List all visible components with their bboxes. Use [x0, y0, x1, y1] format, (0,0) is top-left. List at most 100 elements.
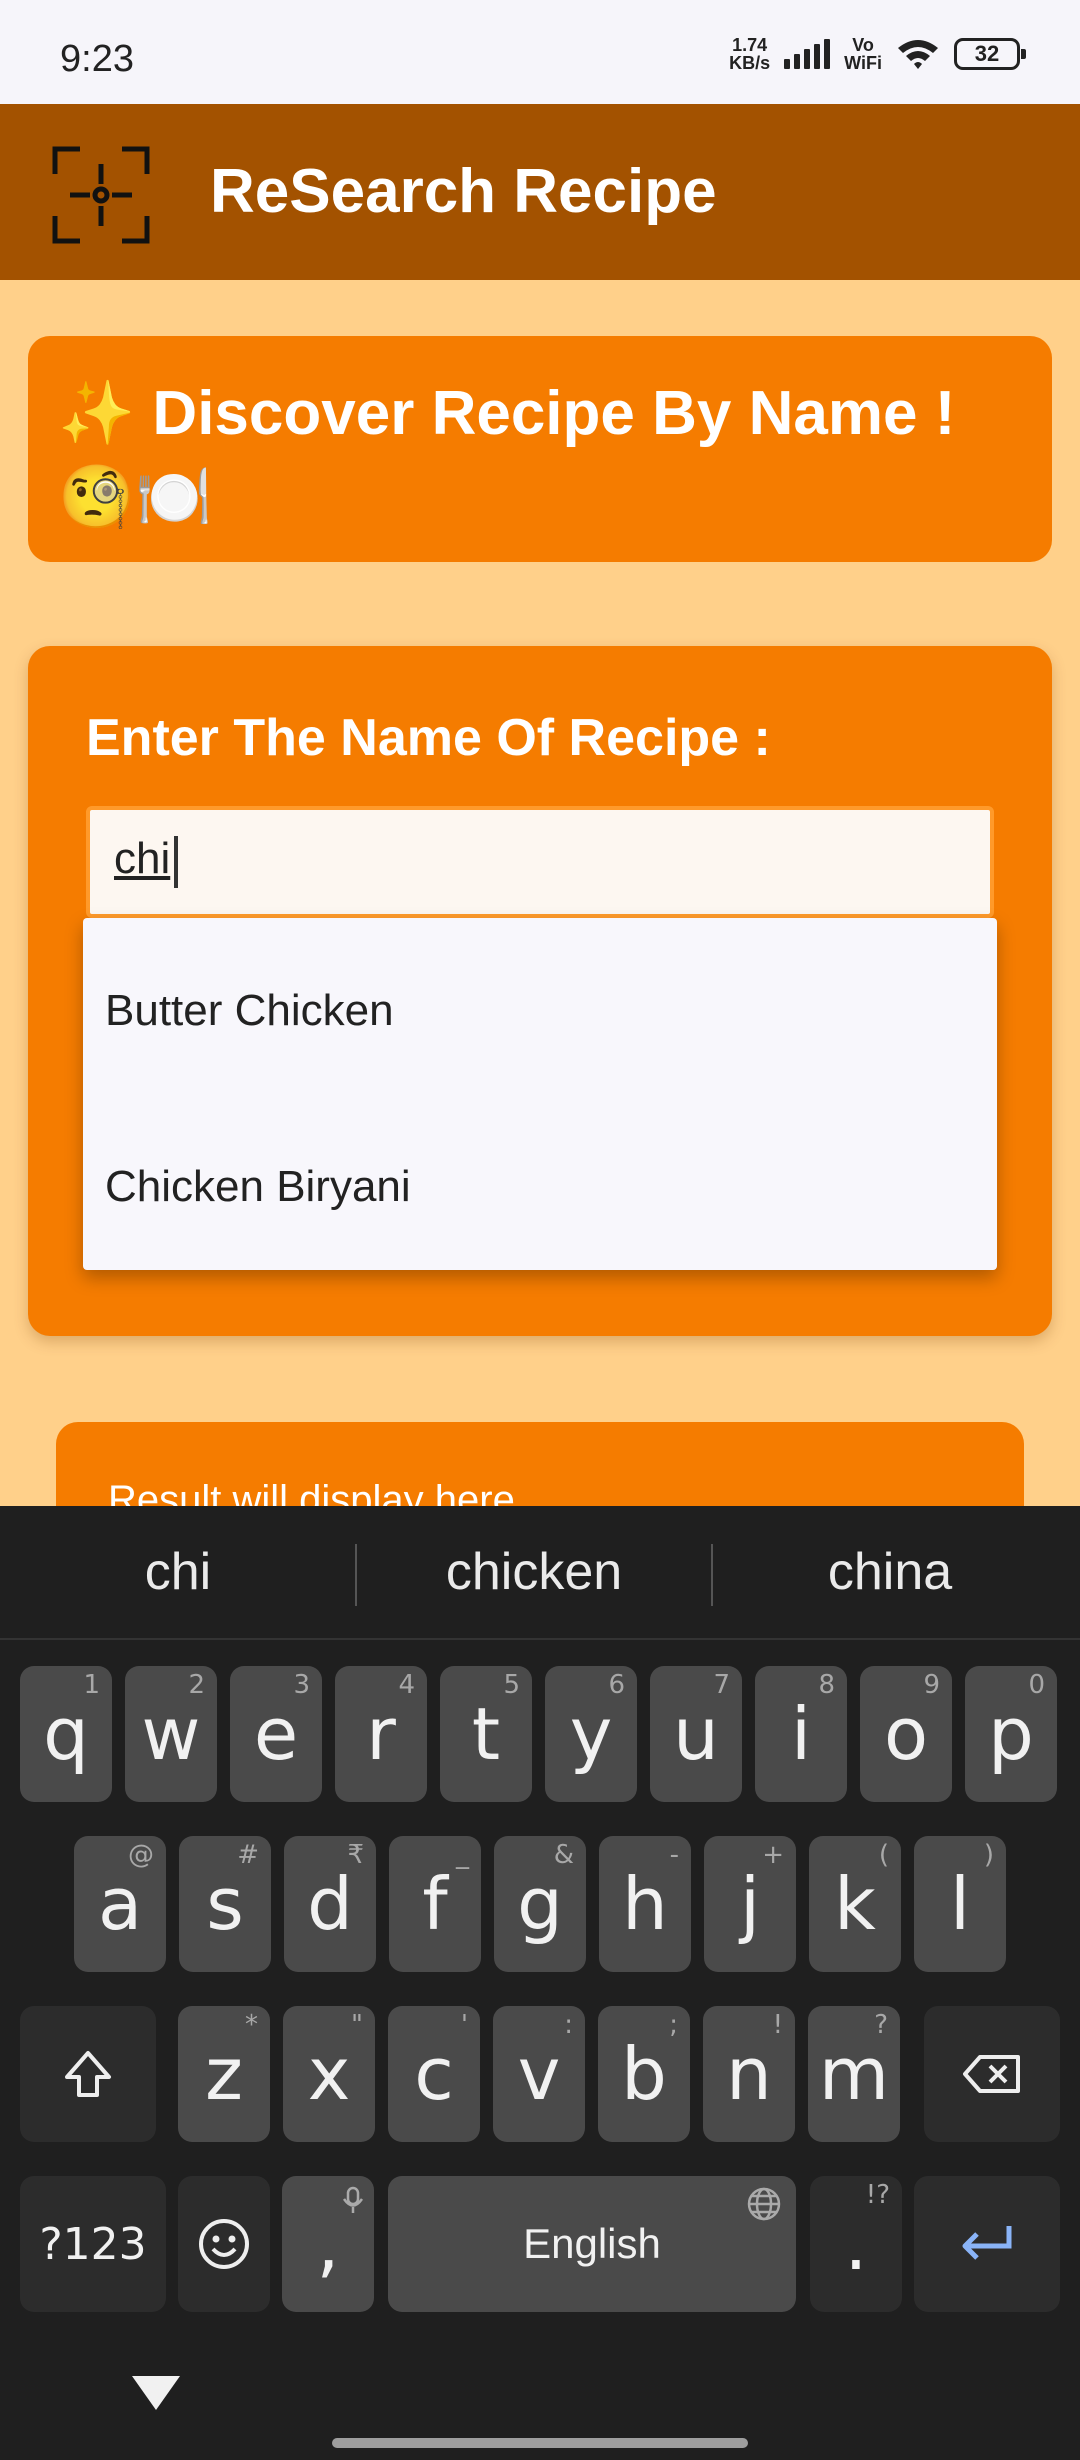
backspace-icon — [963, 2055, 1020, 2093]
key-hint: " — [351, 2010, 363, 2040]
key-letter: d — [307, 1862, 353, 1946]
key-hint: @ — [128, 1840, 154, 1870]
key-s[interactable]: s # — [179, 1836, 271, 1972]
emoji-icon — [199, 2219, 249, 2269]
keyboard-suggestion[interactable]: chi — [0, 1542, 356, 1602]
key-letter: k — [834, 1862, 876, 1946]
key-x[interactable]: x " — [283, 2006, 375, 2142]
autocomplete-item[interactable]: Butter Chicken — [105, 986, 394, 1036]
key-hint: - — [669, 1840, 679, 1870]
key-hint: 6 — [608, 1670, 625, 1700]
key-hint: + — [762, 1840, 784, 1870]
soft-keyboard: chi chicken china q1w2e3r4t5y6u7i8o9p0 a… — [0, 1506, 1080, 2460]
key-letter: f — [422, 1862, 448, 1946]
space-key[interactable]: English — [388, 2176, 796, 2312]
key-hint: 5 — [503, 1670, 520, 1700]
key-t[interactable]: t5 — [440, 1666, 532, 1802]
key-j[interactable]: j + — [704, 1836, 796, 1972]
enter-icon — [962, 2226, 1012, 2260]
symbols-key[interactable]: ?123 — [20, 2176, 166, 2312]
key-v[interactable]: v: — [493, 2006, 585, 2142]
enter-key[interactable] — [914, 2176, 1060, 2312]
key-letter: z — [205, 2032, 243, 2116]
key-g[interactable]: g & — [494, 1836, 586, 1972]
key-letter: j — [739, 1862, 760, 1946]
period-key[interactable]: . !? — [810, 2176, 902, 2312]
key-f[interactable]: f _ — [389, 1836, 481, 1972]
key-letter: x — [307, 2032, 351, 2116]
key-letter: o — [883, 1692, 929, 1776]
gesture-home-bar[interactable] — [332, 2438, 748, 2448]
recipe-search-input[interactable]: chi — [86, 806, 994, 918]
key-hint: 7 — [713, 1670, 730, 1700]
key-letter: u — [673, 1692, 719, 1776]
key-q[interactable]: q1 — [20, 1666, 112, 1802]
key-m[interactable]: m? — [808, 2006, 900, 2142]
scan-icon[interactable] — [52, 146, 150, 244]
wifi-icon — [898, 40, 938, 69]
key-letter: w — [141, 1692, 201, 1776]
key-u[interactable]: u7 — [650, 1666, 742, 1802]
key-letter: h — [622, 1862, 668, 1946]
key-letter: t — [471, 1692, 501, 1776]
keyboard-suggestion[interactable]: chicken — [356, 1542, 712, 1602]
discover-card: ✨ Discover Recipe By Name ! 🧐🍽️ — [28, 336, 1052, 562]
emoji-key[interactable] — [178, 2176, 270, 2312]
comma-key[interactable]: , — [282, 2176, 374, 2312]
status-time: 9:23 — [60, 38, 134, 80]
autocomplete-item[interactable]: Chicken Biryani — [105, 1162, 411, 1212]
key-h[interactable]: h- — [599, 1836, 691, 1972]
key-hint: 4 — [398, 1670, 415, 1700]
key-hint: 2 — [188, 1670, 205, 1700]
key-o[interactable]: o9 — [860, 1666, 952, 1802]
key-letter: y — [569, 1692, 613, 1776]
key-hint: # — [237, 1840, 259, 1870]
key-i[interactable]: i8 — [755, 1666, 847, 1802]
key-k[interactable]: k( — [809, 1836, 901, 1972]
key-letter: l — [949, 1862, 970, 1946]
key-letter: c — [414, 2032, 454, 2116]
key-hint: 1 — [83, 1670, 100, 1700]
key-hint: ? — [874, 2010, 888, 2040]
key-r[interactable]: r4 — [335, 1666, 427, 1802]
key-hint: 0 — [1028, 1670, 1045, 1700]
key-hint: ( — [878, 1840, 889, 1870]
key-letter: n — [726, 2032, 772, 2116]
key-letter: m — [818, 2032, 890, 2116]
key-n[interactable]: n! — [703, 2006, 795, 2142]
key-c[interactable]: c ' — [388, 2006, 480, 2142]
key-d[interactable]: d ₹ — [284, 1836, 376, 1972]
backspace-key[interactable] — [924, 2006, 1060, 2142]
key-letter: r — [366, 1692, 396, 1776]
key-hint: 8 — [818, 1670, 835, 1700]
key-hint: 9 — [923, 1670, 940, 1700]
vowifi-label: Vo WiFi — [844, 35, 882, 73]
key-letter: q — [43, 1692, 89, 1776]
network-speed: 1.74 KB/s — [729, 35, 771, 73]
keyboard-suggestion-strip: chi chicken china — [0, 1506, 1080, 1640]
keyboard-suggestion[interactable]: china — [712, 1542, 1068, 1602]
hide-keyboard-icon[interactable] — [128, 2370, 184, 2414]
key-p[interactable]: p0 — [965, 1666, 1057, 1802]
key-hint: ) — [983, 1840, 994, 1870]
shift-key[interactable] — [20, 2006, 156, 2142]
key-y[interactable]: y6 — [545, 1666, 637, 1802]
key-l[interactable]: l) — [914, 1836, 1006, 1972]
key-hint: ' — [460, 2010, 468, 2040]
mic-icon — [342, 2186, 364, 2213]
key-e[interactable]: e3 — [230, 1666, 322, 1802]
key-letter: s — [206, 1862, 244, 1946]
key-letter: e — [253, 1692, 299, 1776]
key-letter: g — [517, 1862, 563, 1946]
period-hint: !? — [865, 2180, 890, 2210]
status-bar: 9:23 1.74 KB/s Vo WiFi 32 — [0, 0, 1080, 104]
key-hint: _ — [456, 1840, 469, 1870]
key-w[interactable]: w2 — [125, 1666, 217, 1802]
app-title: ReSearch Recipe — [210, 157, 717, 226]
key-letter: v — [517, 2032, 561, 2116]
key-letter: i — [790, 1692, 811, 1776]
key-a[interactable]: a @ — [74, 1836, 166, 1972]
key-b[interactable]: b; — [598, 2006, 690, 2142]
shift-icon — [65, 2051, 111, 2097]
key-z[interactable]: z * — [178, 2006, 270, 2142]
